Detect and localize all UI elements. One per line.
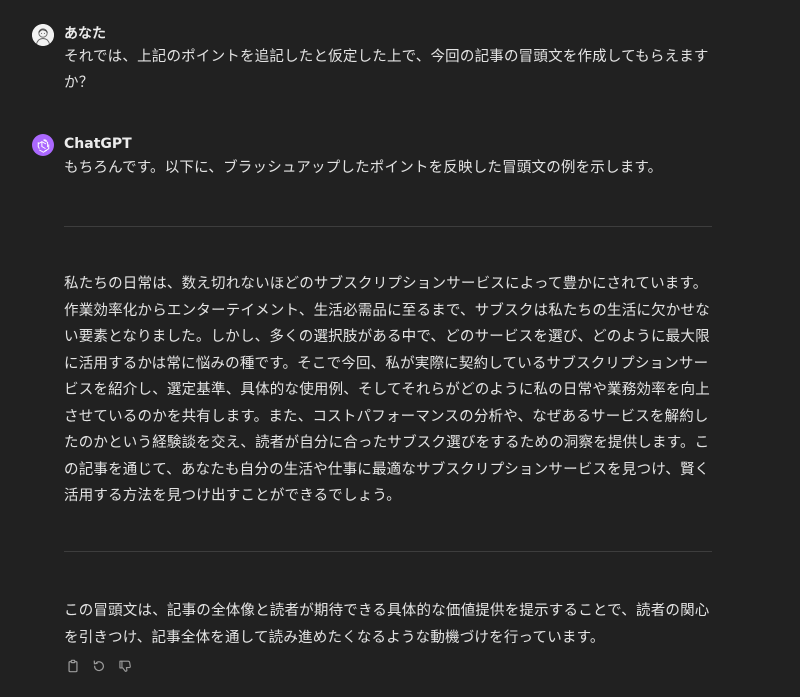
assistant-intro-text: もちろんです。以下に、ブラッシュアップしたポイントを反映した冒頭文の例を示します… <box>64 160 663 176</box>
user-message: あなた それでは、上記のポイントを追記したと仮定した上で、今回の記事の冒頭文を作… <box>32 24 732 94</box>
thumbs-down-icon[interactable] <box>116 657 134 675</box>
user-author-name: あなた <box>64 26 106 42</box>
user-message-text: それでは、上記のポイントを追記したと仮定した上で、今回の記事の冒頭文を作成しても… <box>64 49 709 91</box>
closing-paragraph: この冒頭文は、記事の全体像と読者が期待できる具体的な価値提供を提示することで、読… <box>64 603 710 646</box>
message-actions <box>64 657 134 675</box>
user-avatar-icon <box>32 24 54 46</box>
assistant-author-name: ChatGPT <box>64 136 132 152</box>
divider-bottom <box>64 551 712 552</box>
openai-logo-icon <box>32 134 54 156</box>
copy-icon[interactable] <box>64 657 82 675</box>
draft-paragraph: 私たちの日常は、数え切れないほどのサブスクリプションサービスによって豊かにされて… <box>64 276 710 504</box>
regenerate-icon[interactable] <box>90 657 108 675</box>
divider-top <box>64 226 712 227</box>
assistant-header: ChatGPT もちろんです。以下に、ブラッシュアップしたポイントを反映した冒頭… <box>32 134 732 184</box>
